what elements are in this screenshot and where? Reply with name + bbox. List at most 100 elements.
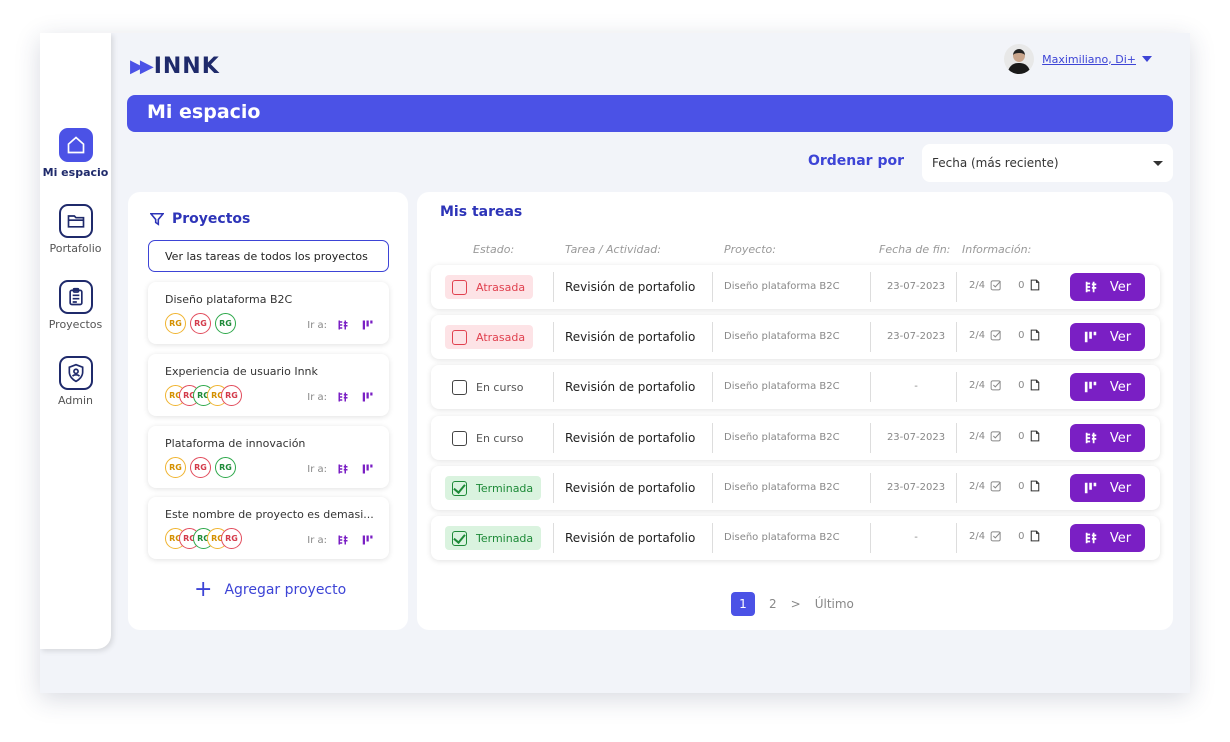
sidebar-item-portafolio[interactable]: Portafolio xyxy=(40,204,111,255)
kanban-icon[interactable] xyxy=(334,532,352,548)
view-task-button[interactable]: Ver xyxy=(1070,424,1145,452)
status-checkbox[interactable] xyxy=(452,379,467,395)
status-badge[interactable]: En curso xyxy=(445,426,531,450)
project-name: Plataforma de innovación xyxy=(165,437,306,450)
go-to-label: Ir a: xyxy=(307,534,327,546)
status-badge[interactable]: Atrasada xyxy=(445,275,534,299)
header-task: Tarea / Actividad: xyxy=(565,243,661,256)
task-name: Revisión de portafolio xyxy=(565,431,696,445)
sidebar: Mi espacio Portafolio Proyectos Admin xyxy=(40,33,111,649)
divider xyxy=(870,322,871,352)
task-name: Revisión de portafolio xyxy=(565,280,696,294)
divider xyxy=(712,523,713,553)
home-icon xyxy=(58,128,93,162)
kanban-icon[interactable] xyxy=(334,389,352,405)
kanban-icon xyxy=(1084,280,1110,294)
brand-logo[interactable]: ▶▶ INNK xyxy=(130,54,220,79)
folder-icon xyxy=(58,204,93,238)
divider xyxy=(870,272,871,302)
view-label: Ver xyxy=(1109,379,1132,395)
view-task-button[interactable]: Ver xyxy=(1070,524,1145,552)
divider xyxy=(956,423,957,453)
task-info: 2/4 0 xyxy=(969,480,1041,492)
due-date: - xyxy=(914,381,918,392)
sidebar-item-label: Mi espacio xyxy=(42,166,109,179)
add-project-button[interactable]: + Agregar proyecto xyxy=(194,579,346,601)
kanban-icon[interactable] xyxy=(334,317,352,333)
header-info: Información: xyxy=(962,243,1032,256)
view-task-button[interactable]: Ver xyxy=(1070,373,1145,401)
next-page-button[interactable]: > xyxy=(791,597,801,611)
view-task-button[interactable]: Ver xyxy=(1070,474,1145,502)
board-icon[interactable] xyxy=(359,461,377,477)
status-label: Terminada xyxy=(476,531,534,545)
status-badge[interactable]: Atrasada xyxy=(445,325,534,349)
go-to-label: Ir a: xyxy=(307,319,327,331)
clipboard-icon xyxy=(58,280,93,314)
due-date: 23-07-2023 xyxy=(886,432,946,443)
view-task-button[interactable]: Ver xyxy=(1070,273,1145,301)
task-info: 2/4 0 xyxy=(969,430,1041,442)
files-count: 0 xyxy=(1018,279,1025,291)
status-label: Atrasada xyxy=(476,330,526,344)
task-info: 2/4 0 xyxy=(969,379,1041,391)
due-date: 23-07-2023 xyxy=(886,331,946,342)
task-info: 2/4 0 xyxy=(969,530,1041,542)
board-icon[interactable] xyxy=(359,389,377,405)
checklist-icon xyxy=(990,481,1001,492)
divider xyxy=(712,423,713,453)
last-page-button[interactable]: Último xyxy=(815,597,854,611)
sort-select[interactable]: Fecha (más reciente) xyxy=(922,144,1173,182)
task-row: En curso Revisión de portafolio Diseño pla… xyxy=(431,365,1160,409)
page-1-button[interactable]: 1 xyxy=(731,592,755,616)
member-badges: RG RG RG RG RG xyxy=(165,528,242,549)
user-menu[interactable]: Maximiliano, Di+ xyxy=(1004,44,1152,74)
user-name: Maximiliano, Di+ xyxy=(1042,52,1136,66)
status-checkbox[interactable] xyxy=(452,279,467,295)
divider xyxy=(870,372,871,402)
all-tasks-button[interactable]: Ver las tareas de todos los proyectos xyxy=(148,240,389,272)
view-label: Ver xyxy=(1109,279,1132,295)
header-due: Fecha de fin: xyxy=(879,243,951,256)
project-card[interactable]: Plataforma de innovación RG RG RG Ir a: xyxy=(148,426,389,488)
board-icon[interactable] xyxy=(359,317,377,333)
divider xyxy=(956,372,957,402)
page-2-button[interactable]: 2 xyxy=(769,597,777,611)
status-checkbox[interactable] xyxy=(452,329,467,345)
status-badge[interactable]: En curso xyxy=(445,375,531,399)
checklist-count: 2/4 xyxy=(969,480,986,492)
kanban-icon[interactable] xyxy=(334,461,352,477)
sidebar-item-label: Proyectos xyxy=(48,318,103,331)
board-icon[interactable] xyxy=(359,532,377,548)
chevron-down-icon xyxy=(1153,160,1163,166)
project-card[interactable]: Experiencia de usuario Innk RG RG RG RG RG Ir … xyxy=(148,354,389,416)
files-count: 0 xyxy=(1018,329,1025,341)
divider xyxy=(712,372,713,402)
status-checkbox[interactable] xyxy=(452,480,467,496)
task-project: Diseño plataforma B2C xyxy=(724,432,840,443)
status-badge[interactable]: Terminada xyxy=(445,526,542,550)
divider xyxy=(712,322,713,352)
sidebar-item-label: Admin xyxy=(57,394,94,407)
app-window: Mi espacio Portafolio Proyectos Admin ▶▶… xyxy=(40,33,1190,693)
user-badge: RG xyxy=(215,313,236,334)
divider xyxy=(553,423,554,453)
sidebar-item-mi-espacio[interactable]: Mi espacio xyxy=(40,128,111,179)
user-badge: RG xyxy=(221,528,242,549)
checklist-count: 2/4 xyxy=(969,329,986,341)
files-count: 0 xyxy=(1018,379,1025,391)
status-checkbox[interactable] xyxy=(452,430,467,446)
user-badge: RG xyxy=(215,457,236,478)
sidebar-item-admin[interactable]: Admin xyxy=(40,356,111,407)
files-count: 0 xyxy=(1018,530,1025,542)
task-project: Diseño plataforma B2C xyxy=(724,482,840,493)
project-card[interactable]: Este nombre de proyecto es demasi... RG RG… xyxy=(148,497,389,559)
view-task-button[interactable]: Ver xyxy=(1070,323,1145,351)
checklist-count: 2/4 xyxy=(969,430,986,442)
status-checkbox[interactable] xyxy=(452,530,467,546)
sidebar-item-proyectos[interactable]: Proyectos xyxy=(40,280,111,331)
user-badge: RG xyxy=(190,457,211,478)
project-card[interactable]: Diseño plataforma B2C RG RG RG Ir a: xyxy=(148,282,389,344)
status-badge[interactable]: Terminada xyxy=(445,476,542,500)
brand-name: INNK xyxy=(153,54,220,79)
